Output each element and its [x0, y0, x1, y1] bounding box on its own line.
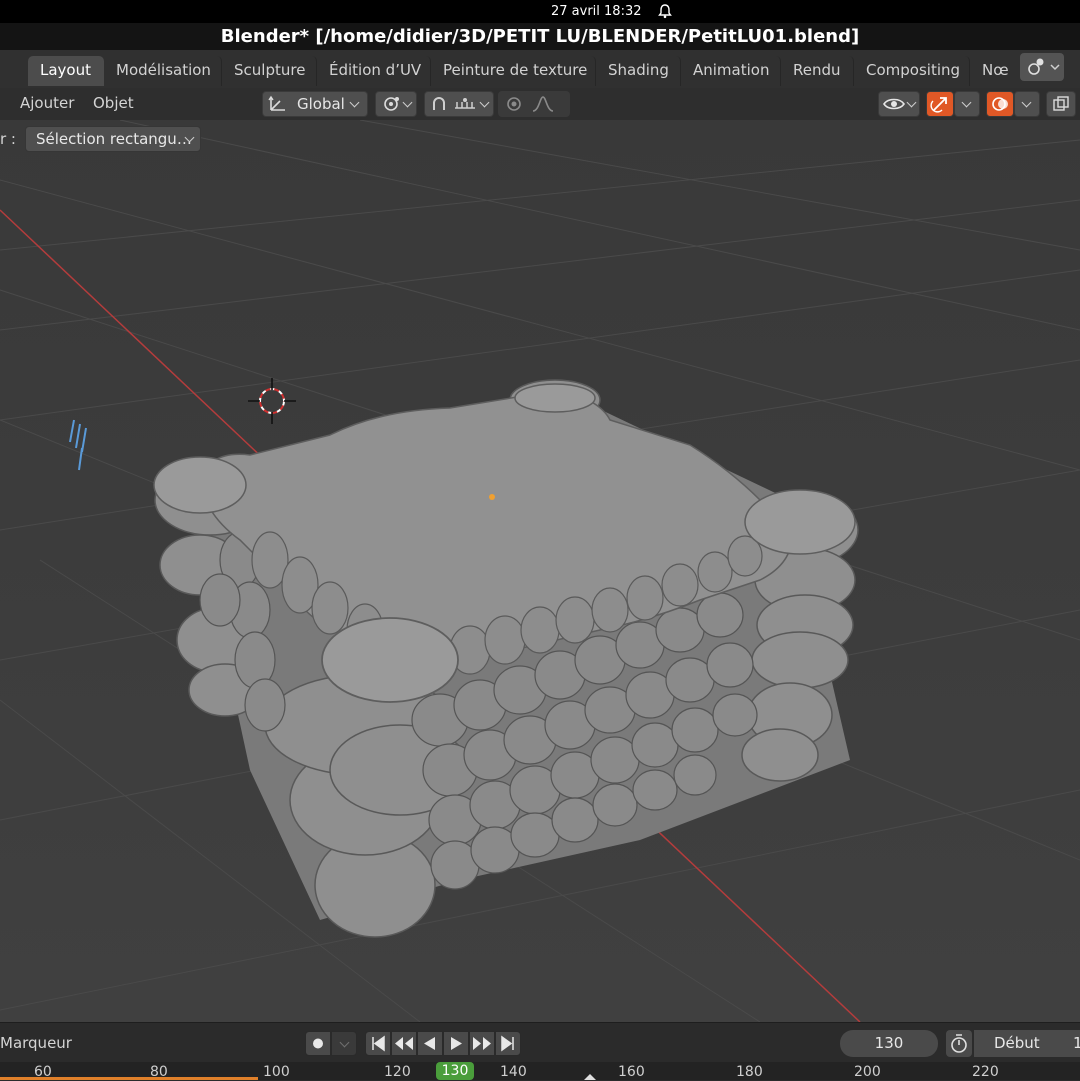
tab-nodes[interactable]: Nœ — [970, 56, 1020, 86]
proportional-editing-icon — [507, 97, 521, 111]
selection-mode-label: Sélection rectangu… — [36, 130, 192, 148]
previous-keyframe-icon — [395, 1037, 413, 1050]
tool-settings-bar: r : Sélection rectangu… — [0, 120, 400, 158]
ruler-tick: 180 — [736, 1064, 763, 1080]
gizmo-dropdown[interactable] — [954, 91, 980, 117]
tab-uv-editing[interactable]: Édition d’UV — [317, 56, 431, 86]
play-reverse-icon — [424, 1037, 435, 1050]
xray-toggle-button[interactable] — [1046, 91, 1076, 117]
chevron-down-icon — [479, 97, 490, 108]
tab-sculpture[interactable]: Sculpture — [222, 56, 317, 86]
overlays-dropdown[interactable] — [1014, 91, 1040, 117]
ruler-tick: 100 — [263, 1064, 290, 1080]
visibility-dropdown[interactable] — [878, 91, 920, 117]
tab-layout[interactable]: Layout — [28, 56, 104, 86]
window-title: Blender* [/home/didier/3D/PETIT LU/BLEND… — [0, 23, 1080, 50]
menu-add[interactable]: Ajouter — [20, 94, 74, 112]
stopwatch-icon — [951, 1034, 967, 1053]
current-frame-field[interactable]: 130 — [840, 1030, 938, 1057]
menu-marker[interactable]: Marqueur — [0, 1034, 72, 1052]
play-reverse-button[interactable] — [417, 1031, 443, 1056]
ruler-tick: 200 — [854, 1064, 881, 1080]
gizmo-toggle-button[interactable] — [926, 91, 954, 117]
chevron-down-icon — [402, 97, 413, 108]
start-frame-field[interactable]: Début 1 — [974, 1030, 1080, 1057]
falloff-curve-icon — [532, 96, 554, 112]
snapping-controls[interactable] — [424, 91, 494, 117]
orientation-label: Global — [297, 95, 345, 113]
snap-magnet-icon — [433, 97, 445, 110]
viewport-header: Ajouter Objet Global — [0, 88, 1080, 120]
object-origin — [489, 494, 495, 500]
marker-triangle-icon — [584, 1074, 596, 1080]
tab-rendu[interactable]: Rendu — [781, 56, 854, 86]
play-button[interactable] — [443, 1031, 469, 1056]
3d-viewport[interactable] — [0, 119, 1080, 1023]
proportional-editing-controls[interactable] — [498, 91, 570, 117]
scene-icon — [1028, 58, 1060, 75]
keying-dropdown[interactable] — [331, 1031, 357, 1056]
chevron-down-icon — [906, 97, 917, 108]
scene-selector-button[interactable] — [1020, 53, 1064, 81]
system-clock[interactable]: 27 avril 18:32 — [551, 4, 642, 19]
chevron-down-icon — [1021, 97, 1032, 108]
xray-icon — [1053, 96, 1069, 111]
overlays-icon — [992, 97, 1008, 111]
next-keyframe-icon — [473, 1037, 491, 1050]
overlays-toggle-button[interactable] — [986, 91, 1014, 117]
pivot-point-dropdown[interactable] — [375, 91, 417, 117]
3d-scene[interactable] — [0, 119, 1080, 1023]
orientation-axes-icon — [268, 95, 285, 111]
use-preview-range-button[interactable] — [946, 1030, 972, 1057]
gizmo-icon — [930, 97, 947, 113]
tab-modelisation[interactable]: Modélisation — [104, 56, 222, 86]
menu-object[interactable]: Objet — [93, 94, 134, 112]
tool-mode-label: r : — [0, 130, 16, 148]
selection-mode-dropdown[interactable]: Sélection rectangu… — [25, 126, 201, 152]
ruler-tick: 140 — [500, 1064, 527, 1080]
start-label: Début — [994, 1034, 1040, 1052]
jump-to-end-button[interactable] — [495, 1031, 521, 1056]
notification-bell-icon[interactable] — [657, 3, 673, 19]
chevron-down-icon — [339, 1037, 350, 1048]
record-icon — [313, 1038, 323, 1049]
tab-animation[interactable]: Animation — [681, 56, 781, 86]
ruler-tick: 220 — [972, 1064, 999, 1080]
tab-shading[interactable]: Shading — [596, 56, 681, 86]
eye-icon — [883, 98, 905, 110]
jump-to-keyframe-previous-button[interactable] — [391, 1031, 417, 1056]
tab-texture-paint[interactable]: Peinture de texture — [431, 56, 596, 86]
jump-to-start-button[interactable] — [365, 1031, 391, 1056]
ruler-tick: 120 — [384, 1064, 411, 1080]
chevron-down-icon — [961, 97, 972, 108]
ruler-tick: 160 — [618, 1064, 645, 1080]
current-frame-indicator[interactable]: 130 — [436, 1062, 474, 1080]
auto-keying-button[interactable] — [305, 1031, 331, 1056]
start-value: 1 — [1073, 1034, 1080, 1052]
jump-start-icon — [372, 1035, 385, 1052]
chevron-down-icon — [349, 97, 360, 108]
tab-compositing[interactable]: Compositing — [854, 56, 970, 86]
play-icon — [451, 1037, 462, 1050]
jump-to-keyframe-next-button[interactable] — [469, 1031, 495, 1056]
system-top-bar: 27 avril 18:32 — [0, 0, 1080, 23]
pivot-point-icon — [384, 97, 399, 111]
transform-orientation-dropdown[interactable]: Global — [262, 91, 368, 117]
workspace-tabs: Layout Modélisation Sculpture Édition d’… — [0, 50, 1080, 88]
snap-increment-icon — [455, 98, 475, 109]
jump-end-icon — [501, 1035, 514, 1052]
